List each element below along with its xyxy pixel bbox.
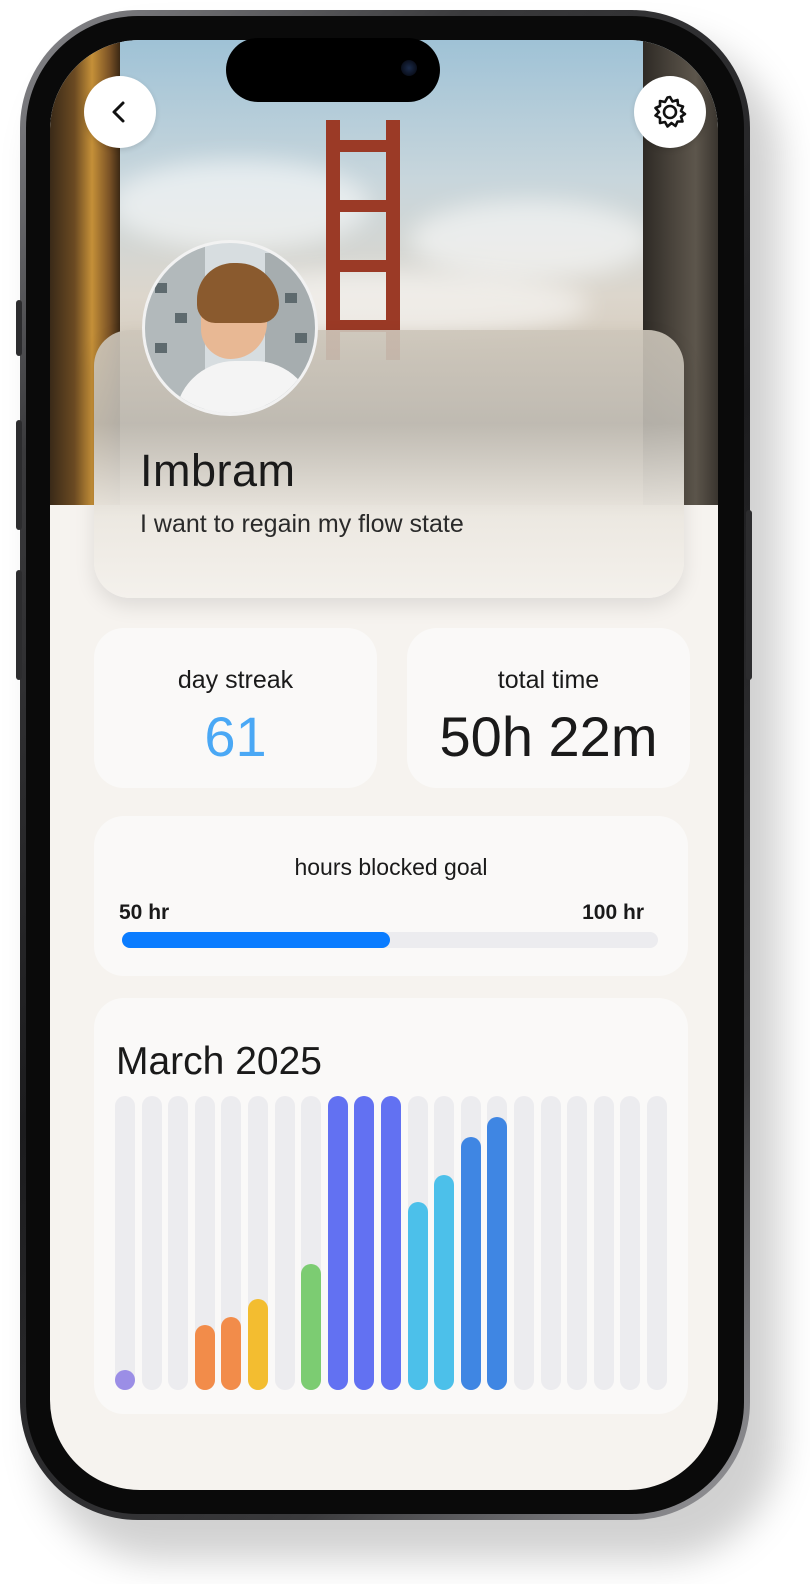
power-button [746, 510, 752, 680]
chart-bar[interactable] [115, 1370, 135, 1390]
chart-bar-track [514, 1096, 534, 1390]
camera-lens [401, 60, 417, 76]
avatar[interactable] [142, 240, 318, 416]
streak-label: day streak [177, 666, 294, 694]
volume-down-button [16, 570, 22, 680]
gear-icon [654, 95, 687, 128]
chart-bar[interactable] [354, 1096, 375, 1390]
settings-button[interactable] [634, 76, 706, 148]
chart-title: March 2025 [116, 1040, 322, 1083]
goal-progress-fill [122, 932, 390, 948]
chart-bar[interactable] [434, 1175, 455, 1390]
bridge-tower [326, 120, 400, 360]
chart-bar-track [593, 1096, 614, 1390]
streak-card: day streak 61 [94, 628, 377, 788]
chart-bar[interactable] [407, 1201, 428, 1390]
chart-bar[interactable] [381, 1096, 401, 1390]
chart-bar-track [620, 1096, 641, 1390]
goal-target-label: 100 hr [582, 901, 644, 924]
profile-name: Imbram [140, 445, 296, 496]
profile-tagline: I want to regain my flow state [140, 510, 464, 538]
chart-bar-track [274, 1096, 295, 1390]
chart-card: March 2025 [94, 998, 688, 1414]
app-screen: Imbram I want to regain my flow state da… [50, 40, 718, 1490]
goal-progress-track [122, 932, 658, 948]
chart-bar[interactable] [487, 1116, 508, 1390]
chart-bar-track [647, 1096, 667, 1390]
chart-bar-track [540, 1096, 561, 1390]
chart-bar[interactable] [460, 1137, 481, 1390]
chart-bar[interactable] [248, 1298, 268, 1390]
back-button[interactable] [84, 76, 156, 148]
total-time-label: total time [497, 666, 600, 694]
chart-bar-track [567, 1096, 588, 1390]
silent-switch [16, 300, 22, 356]
chevron-left-icon [112, 101, 125, 123]
chart-bar-track [168, 1096, 189, 1390]
chart-bar[interactable] [301, 1263, 322, 1390]
chart-bar-track [141, 1096, 162, 1390]
goal-label: hours blocked goal [294, 854, 488, 880]
chart-bar[interactable] [327, 1096, 348, 1390]
volume-up-button [16, 420, 22, 530]
goal-current-label: 50 hr [119, 901, 170, 924]
streak-value: 61 [204, 705, 267, 768]
total-time-value: 50h 22m [439, 705, 658, 768]
chart-bar-track [115, 1096, 135, 1390]
goal-card: hours blocked goal 50 hr 100 hr [94, 816, 688, 976]
total-time-card: total time 50h 22m [407, 628, 690, 788]
chart-bar[interactable] [221, 1316, 242, 1390]
chart-bar[interactable] [194, 1325, 215, 1390]
